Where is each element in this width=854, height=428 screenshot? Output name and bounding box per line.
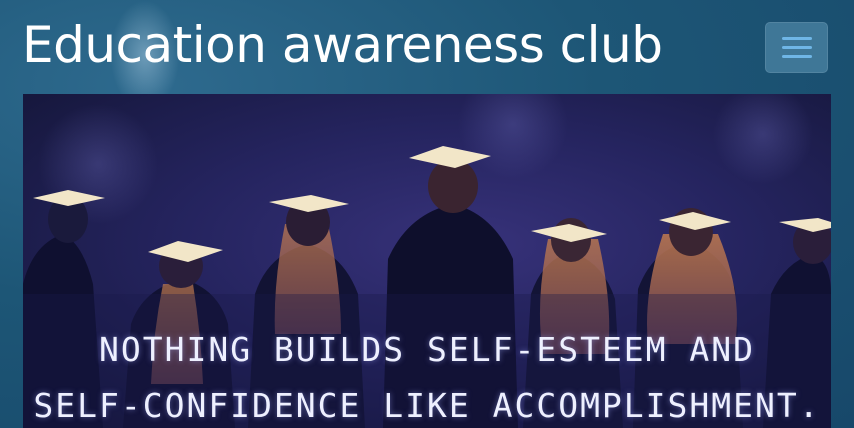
site-title: Education awareness club (22, 16, 663, 74)
hamburger-menu-icon-bar (781, 55, 812, 58)
menu-toggle-button[interactable] (765, 22, 828, 73)
graduates-illustration (23, 94, 831, 428)
quote-line-2: SELF-CONFIDENCE LIKE ACCOMPLISHMENT. (33, 386, 821, 425)
hamburger-menu-icon-bar (781, 46, 812, 49)
hamburger-menu-icon (781, 37, 812, 40)
quote-line-1: NOTHING BUILDS SELF-ESTEEM AND (98, 330, 756, 369)
hero-banner: NOTHING BUILDS SELF-ESTEEM AND SELF-CONF… (23, 94, 831, 428)
